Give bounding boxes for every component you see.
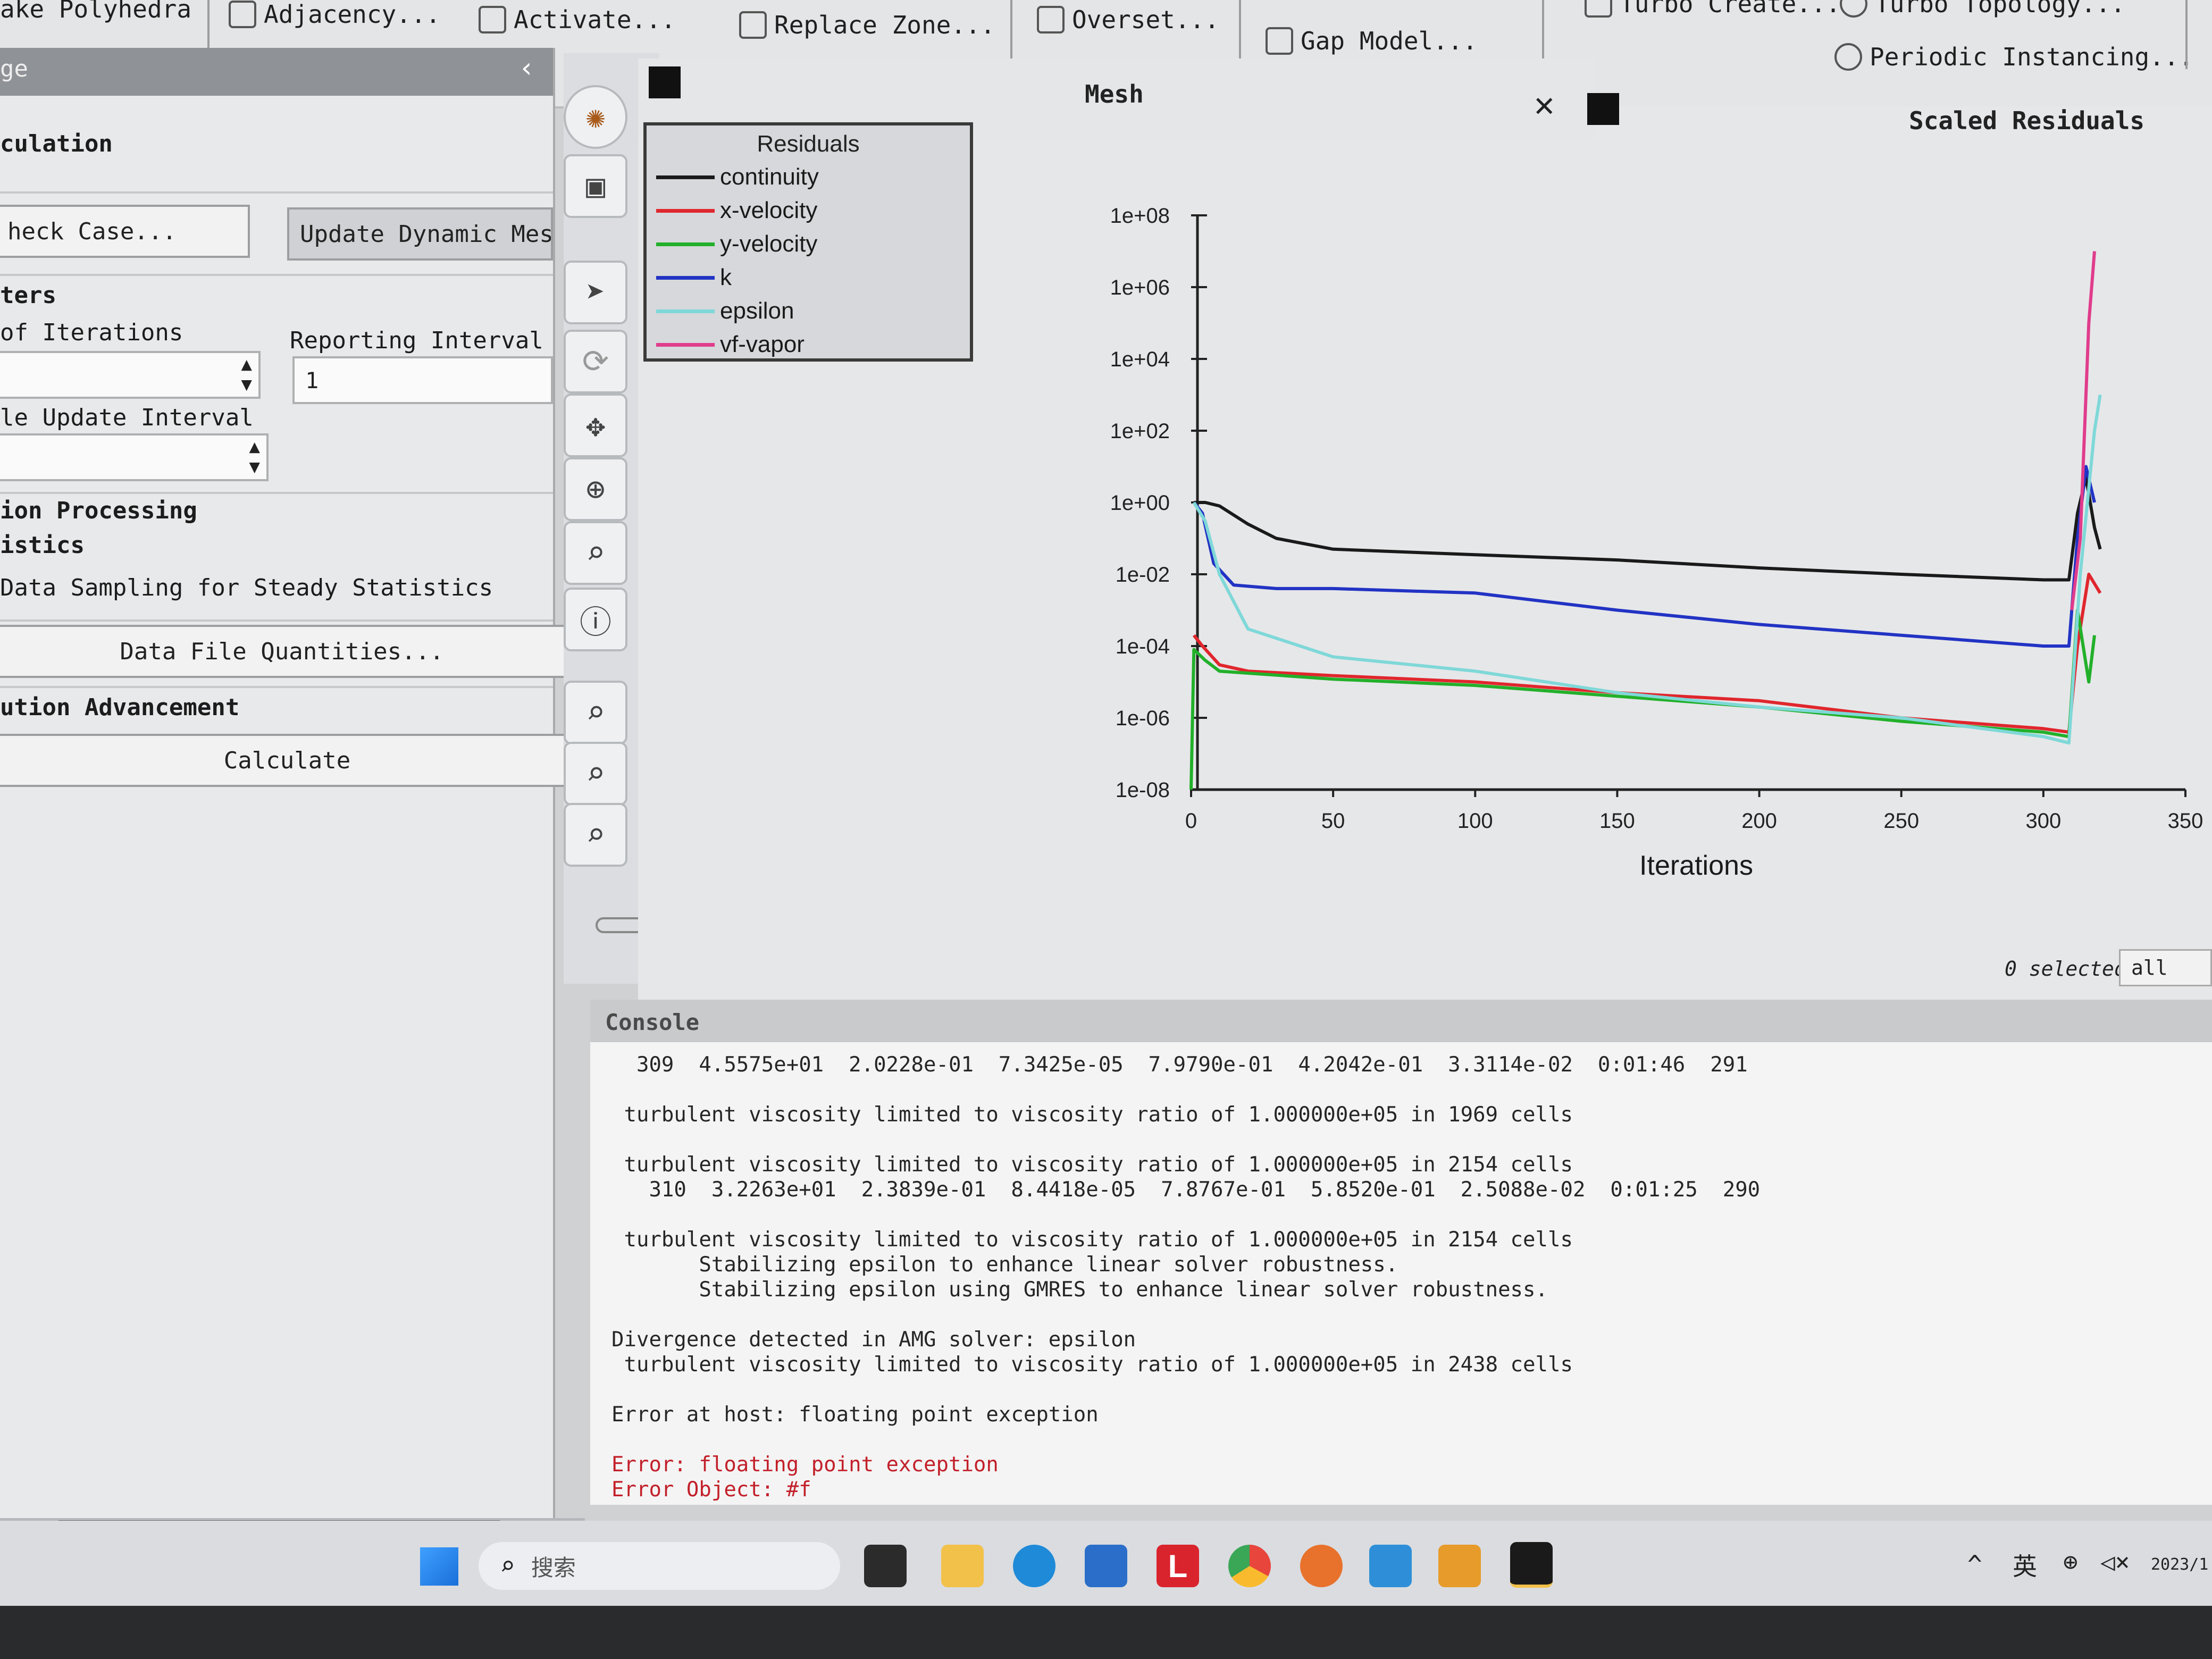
- console-line: Stabilizing epsilon using GMRES to enhan…: [611, 1278, 1548, 1302]
- console-line: turbulent viscosity limited to viscosity…: [611, 1153, 1573, 1177]
- legend-label: y-velocity: [720, 231, 818, 257]
- legend-label: x-velocity: [720, 197, 818, 223]
- legend-entry-k: k: [656, 264, 732, 291]
- selection-count: 0 selected: [2005, 957, 2126, 981]
- vscode-icon[interactable]: [1369, 1545, 1412, 1587]
- taskbar: ⌕ 搜索 L ^ 英 ⊕ ◁× 2023/1: [0, 1521, 2212, 1606]
- y-tick-label: 1e-04: [1116, 635, 1170, 658]
- series-k: [1192, 465, 2096, 648]
- legend-entry-epsilon: epsilon: [656, 298, 794, 324]
- console-line: turbulent viscosity limited to viscosity…: [611, 1228, 1573, 1252]
- console-header: Console: [590, 1000, 2212, 1042]
- volume-icon[interactable]: ◁×: [2100, 1547, 2130, 1576]
- fluent-icon[interactable]: [1510, 1542, 1553, 1588]
- clock[interactable]: 2023/1: [2151, 1555, 2208, 1574]
- console-output[interactable]: 309 4.5575e+01 2.0228e-01 7.3425e-05 7.9…: [590, 1042, 2212, 1505]
- y-tick-label: 1e-08: [1116, 778, 1170, 802]
- plot-series: [1189, 251, 2102, 790]
- x-tick-label: 300: [2025, 809, 2061, 833]
- network-icon[interactable]: ⊕: [2063, 1547, 2078, 1576]
- legend-swatch: [656, 208, 715, 213]
- search-placeholder: 搜索: [531, 1554, 576, 1581]
- legend-swatch: [656, 309, 715, 313]
- residuals-plot: 0 50 100 150 200 250 300 350 1e-08 1e-06 1e-04 1e-0…: [1110, 204, 2203, 881]
- series-epsilon: [1192, 395, 2102, 745]
- legend-swatch: [656, 342, 715, 347]
- plot-axes: [1191, 215, 2185, 791]
- edge-browser-icon[interactable]: [1013, 1545, 1055, 1587]
- x-tick-label: 150: [1599, 809, 1635, 833]
- series-x-velocity: [1192, 573, 2102, 734]
- copy-app-icon[interactable]: [1438, 1545, 1481, 1587]
- console-line: Stabilizing epsilon to enhance linear so…: [611, 1253, 1398, 1277]
- x-tick-label: 250: [1883, 809, 1919, 833]
- x-tick-label: 100: [1457, 809, 1493, 833]
- console-title: Console: [605, 1009, 700, 1035]
- legend-label: epsilon: [720, 298, 794, 324]
- x-axis-label: Iterations: [1639, 850, 1753, 881]
- y-tick-label: 1e+08: [1110, 204, 1170, 228]
- console-line: 309 4.5575e+01 2.0228e-01 7.3425e-05 7.9…: [611, 1053, 1748, 1077]
- tray-chevron-icon[interactable]: ^: [1967, 1550, 1982, 1579]
- legend-label: k: [720, 264, 732, 290]
- legend-entry-x-velocity: x-velocity: [656, 197, 817, 224]
- legend-swatch: [656, 275, 715, 280]
- y-tick-label: 1e-06: [1116, 707, 1170, 730]
- tray-language[interactable]: 英: [2013, 1547, 2037, 1582]
- plot-ticks: 0 50 100 150 200 250 300 350 1e-08 1e-06 1e-04 1e-0…: [1110, 204, 2203, 833]
- legend-swatch: [656, 175, 715, 179]
- legend-entry-continuity: continuity: [656, 164, 819, 190]
- taskbar-search[interactable]: ⌕ 搜索: [479, 1542, 840, 1590]
- x-tick-label: 0: [1185, 809, 1197, 833]
- y-tick-label: 1e+02: [1110, 420, 1170, 443]
- store-icon[interactable]: [1085, 1545, 1127, 1587]
- chrome-icon[interactable]: [1228, 1545, 1271, 1587]
- l-app-icon[interactable]: L: [1157, 1545, 1199, 1587]
- legend-swatch: [656, 242, 715, 246]
- console-line: turbulent viscosity limited to viscosity…: [611, 1103, 1573, 1127]
- plot-legend: Residuals continuity x-velocity y-velocity…: [643, 122, 973, 362]
- legend-entry-vf-vapor: vf-vapor: [656, 331, 805, 358]
- x-tick-label: 200: [1741, 809, 1777, 833]
- console-line: Divergence detected in AMG solver: epsil…: [611, 1328, 1136, 1352]
- x-tick-label: 50: [1321, 809, 1345, 833]
- file-explorer-icon[interactable]: [941, 1545, 984, 1587]
- y-tick-label: 1e+00: [1110, 491, 1170, 515]
- selection-filter-dropdown[interactable]: all: [2119, 949, 2212, 986]
- firefox-icon[interactable]: [1300, 1545, 1343, 1587]
- console-line: Error at host: floating point exception: [611, 1403, 1099, 1427]
- series-y-velocity: [1189, 608, 2096, 790]
- windows-start-icon[interactable]: [420, 1547, 458, 1586]
- series-continuity: [1194, 475, 2102, 582]
- y-tick-label: 1e+04: [1110, 348, 1170, 371]
- monitor-bezel: [0, 1606, 2212, 1659]
- legend-title: Residuals: [757, 131, 860, 157]
- x-tick-label: 350: [2168, 809, 2203, 833]
- y-tick-label: 1e+06: [1110, 276, 1170, 299]
- legend-label: continuity: [720, 164, 819, 190]
- console-error-line: Error Object: #f: [611, 1478, 811, 1502]
- legend-entry-y-velocity: y-velocity: [656, 231, 817, 257]
- console-line: turbulent viscosity limited to viscosity…: [611, 1353, 1573, 1377]
- legend-label: vf-vapor: [720, 331, 805, 357]
- search-icon: ⌕: [500, 1551, 515, 1581]
- console-line: 310 3.2263e+01 2.3839e-01 8.4418e-05 7.8…: [611, 1178, 1761, 1202]
- task-view-icon[interactable]: [864, 1545, 907, 1587]
- y-tick-label: 1e-02: [1116, 563, 1170, 586]
- console-error-line: Error: floating point exception: [611, 1453, 999, 1477]
